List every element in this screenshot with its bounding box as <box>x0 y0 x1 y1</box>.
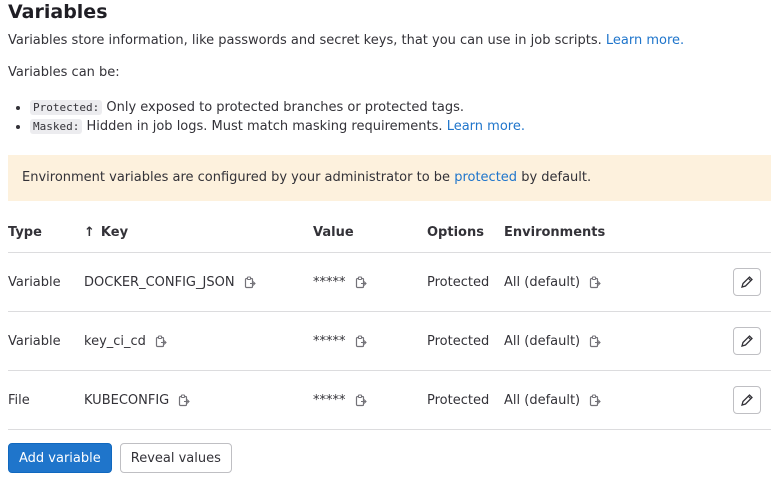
environments-cell: All (default) <box>504 252 724 312</box>
value-cell: ***** <box>313 370 427 430</box>
pencil-icon <box>741 394 753 406</box>
copy-environment-icon[interactable] <box>588 393 602 407</box>
value-cell: ***** <box>313 311 427 371</box>
pencil-icon <box>741 276 753 288</box>
page-title: Variables <box>8 1 108 23</box>
type-cell: File <box>8 370 84 430</box>
protected-text: Only exposed to protected branches or pr… <box>106 100 465 115</box>
type-cell: Variable <box>8 252 84 312</box>
masked-code: Masked: <box>30 119 83 134</box>
alert-protected-link[interactable]: protected <box>454 170 517 185</box>
protected-code: Protected: <box>30 100 103 115</box>
actions-bar: Add variable Reveal values <box>8 443 232 473</box>
key-cell: DOCKER_CONFIG_JSON <box>84 252 313 312</box>
value-cell: ***** <box>313 252 427 312</box>
masked-text: Hidden in job logs. Must match masking r… <box>86 119 443 134</box>
description: Variables store information, like passwo… <box>8 32 684 50</box>
edit-variable-button[interactable] <box>733 327 761 355</box>
environment-text: All (default) <box>504 333 581 349</box>
list-item-masked: Masked: Hidden in job logs. Must match m… <box>30 117 525 136</box>
key-text: KUBECONFIG <box>84 392 170 408</box>
add-variable-button[interactable]: Add variable <box>8 443 112 473</box>
edit-variable-button[interactable] <box>733 386 761 414</box>
value-text: ***** <box>313 274 346 290</box>
can-be-label: Variables can be: <box>8 65 120 80</box>
variables-table: Type ↑ Key Value Options Environments Var… <box>8 212 771 430</box>
key-text: DOCKER_CONFIG_JSON <box>84 274 235 290</box>
column-header-key[interactable]: ↑ Key <box>84 212 313 253</box>
value-text: ***** <box>313 392 346 408</box>
column-header-value: Value <box>313 212 427 253</box>
copy-value-icon[interactable] <box>354 393 368 407</box>
actions-cell <box>724 311 771 371</box>
copy-value-icon[interactable] <box>354 275 368 289</box>
alert-text-after: by default. <box>521 170 592 185</box>
environments-cell: All (default) <box>504 311 724 371</box>
protected-alert: Environment variables are configured by … <box>8 155 771 201</box>
reveal-values-button[interactable]: Reveal values <box>119 443 232 473</box>
pencil-icon <box>741 335 753 347</box>
options-list: Protected: Only exposed to protected bra… <box>8 98 525 136</box>
alert-text-before: Environment variables are configured by … <box>22 170 451 185</box>
edit-variable-button[interactable] <box>733 268 761 296</box>
copy-key-icon[interactable] <box>154 334 168 348</box>
options-cell: Protected <box>427 252 504 312</box>
column-header-environments: Environments <box>504 212 724 253</box>
environment-text: All (default) <box>504 274 581 290</box>
type-cell: Variable <box>8 311 84 371</box>
copy-environment-icon[interactable] <box>588 275 602 289</box>
key-header-label: Key <box>100 224 129 240</box>
actions-cell <box>724 252 771 312</box>
environments-cell: All (default) <box>504 370 724 430</box>
copy-key-icon[interactable] <box>177 393 191 407</box>
key-cell: KUBECONFIG <box>84 370 313 430</box>
options-cell: Protected <box>427 370 504 430</box>
copy-value-icon[interactable] <box>354 334 368 348</box>
arrow-up-icon: ↑ <box>84 224 95 240</box>
copy-key-icon[interactable] <box>243 275 257 289</box>
column-header-actions <box>724 212 771 253</box>
options-cell: Protected <box>427 311 504 371</box>
table-header-row: Type ↑ Key Value Options Environments <box>8 212 771 253</box>
learn-more-link[interactable]: Learn more. <box>606 33 684 48</box>
table-row: Variable key_ci_cd ***** Protected All (… <box>8 311 771 371</box>
environment-text: All (default) <box>504 392 581 408</box>
column-header-type: Type <box>8 212 84 253</box>
description-text: Variables store information, like passwo… <box>8 33 602 48</box>
table-row: File KUBECONFIG ***** Protected All (def… <box>8 370 771 430</box>
column-header-options: Options <box>427 212 504 253</box>
value-text: ***** <box>313 333 346 349</box>
masking-learn-more-link[interactable]: Learn more. <box>447 119 525 134</box>
list-item-protected: Protected: Only exposed to protected bra… <box>30 98 525 117</box>
actions-cell <box>724 370 771 430</box>
key-cell: key_ci_cd <box>84 311 313 371</box>
copy-environment-icon[interactable] <box>588 334 602 348</box>
key-text: key_ci_cd <box>84 333 146 349</box>
table-row: Variable DOCKER_CONFIG_JSON ***** Protec… <box>8 252 771 312</box>
